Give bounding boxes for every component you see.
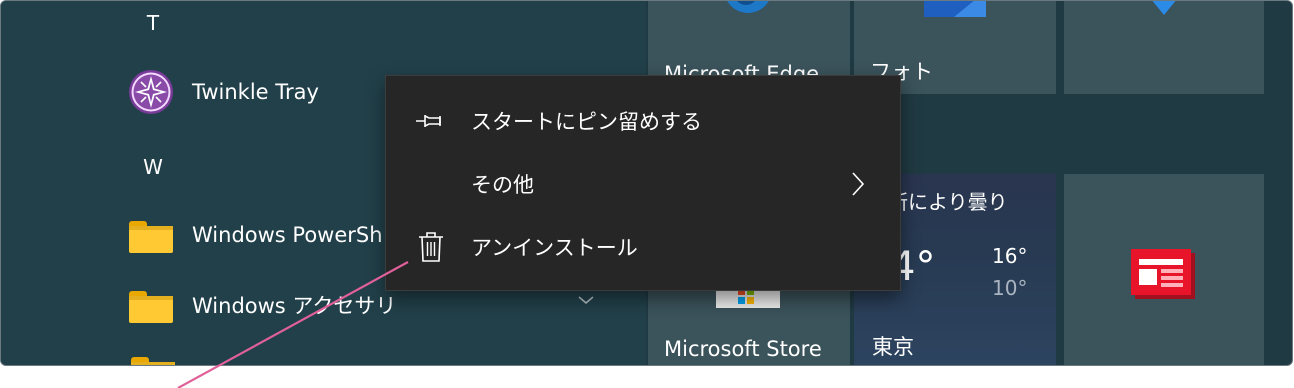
annotation-pointer-line — [177, 261, 409, 388]
